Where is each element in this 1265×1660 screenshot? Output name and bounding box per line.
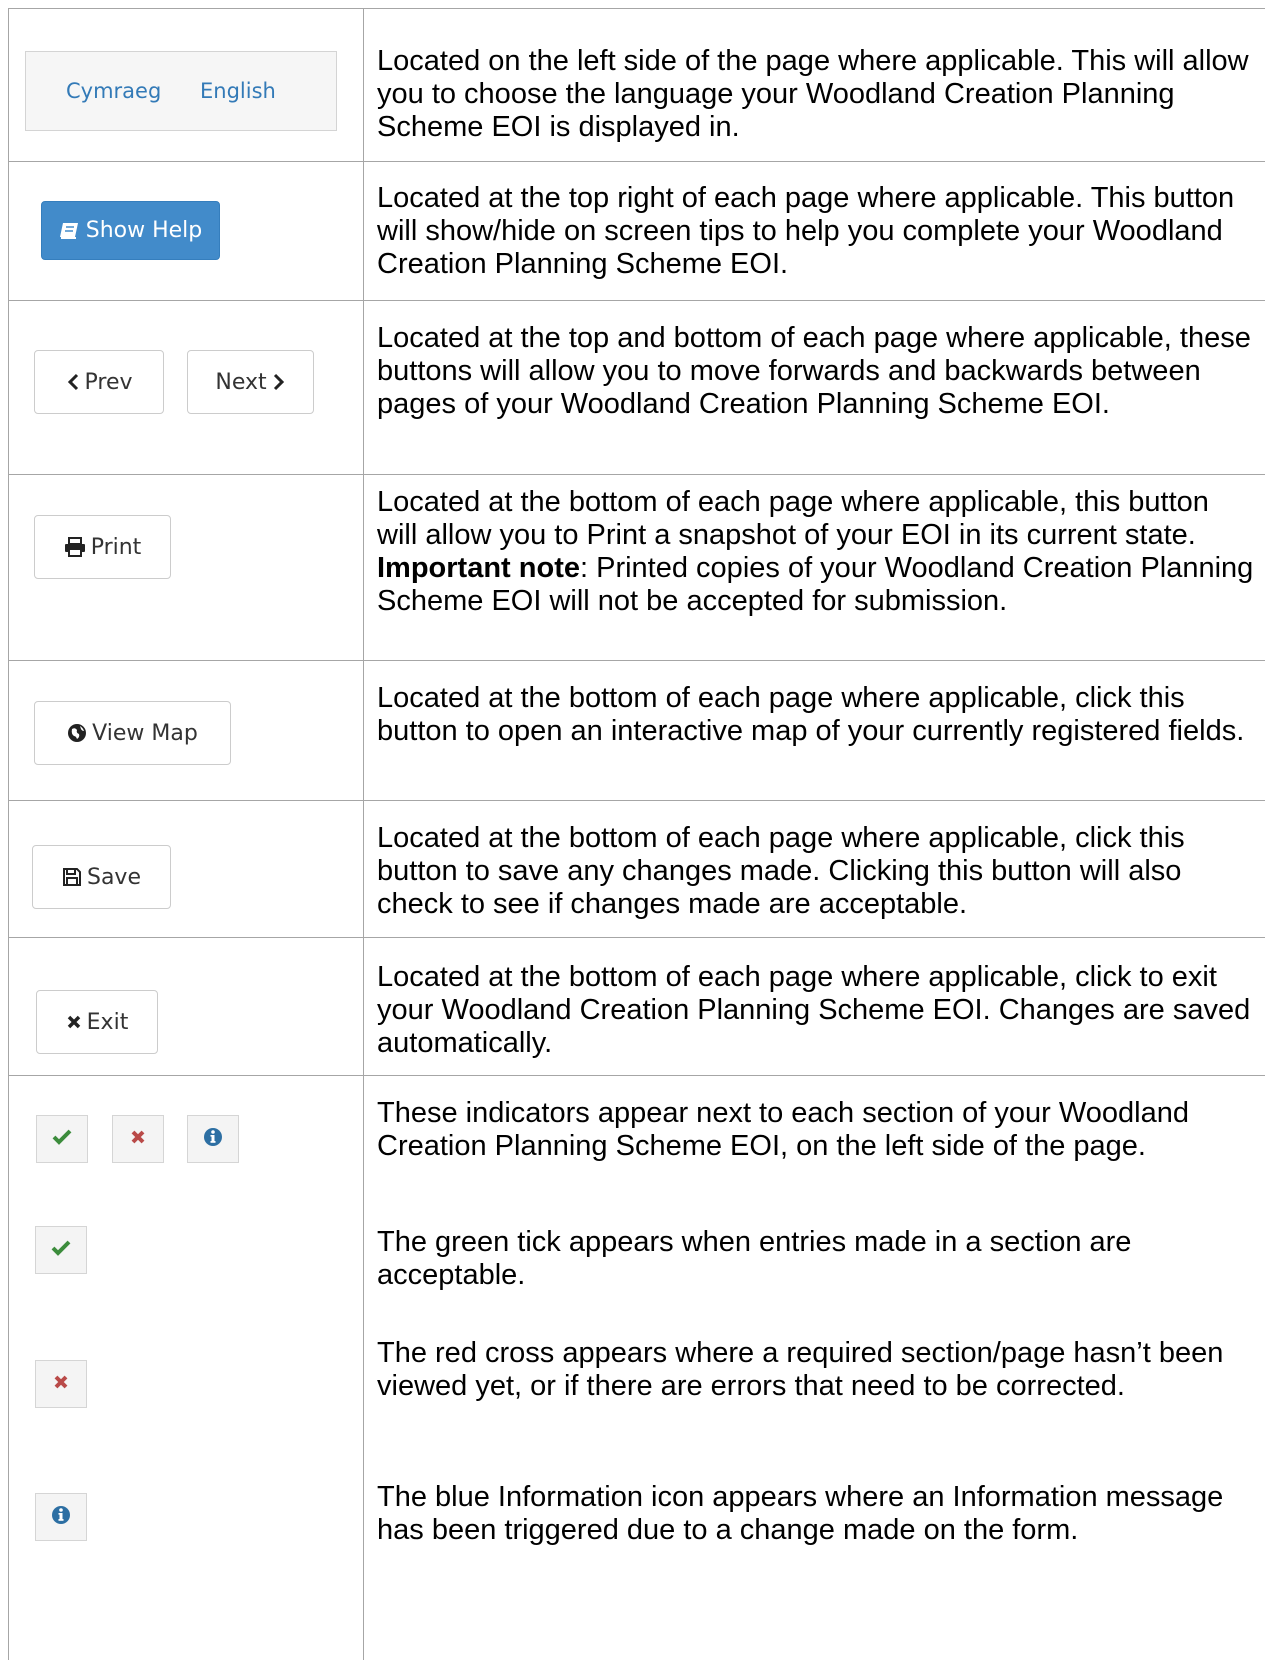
globe-icon bbox=[67, 723, 87, 743]
language-selector: Cymraeg English bbox=[25, 51, 337, 131]
table-border-left bbox=[8, 8, 9, 1660]
save-button[interactable]: Save bbox=[32, 845, 171, 909]
row-divider bbox=[8, 474, 1265, 475]
english-language-link[interactable]: English bbox=[200, 79, 276, 103]
indicators-description: These indicators appear next to each sec… bbox=[377, 1097, 1189, 1162]
view-map-button[interactable]: View Map bbox=[34, 701, 231, 765]
invalid-indicator bbox=[112, 1115, 164, 1163]
invalid-indicator-example bbox=[35, 1360, 87, 1408]
info-circle-icon bbox=[51, 1505, 71, 1530]
row-divider bbox=[8, 800, 1265, 801]
red-cross-description: The red cross appears where a required s… bbox=[377, 1337, 1224, 1402]
valid-indicator-example bbox=[35, 1226, 87, 1274]
check-icon bbox=[52, 1129, 72, 1150]
info-description: The blue Information icon appears where … bbox=[377, 1481, 1224, 1546]
info-circle-icon bbox=[203, 1127, 223, 1152]
save-description: Located at the bottom of each page where… bbox=[377, 822, 1185, 920]
welsh-language-link[interactable]: Cymraeg bbox=[66, 79, 161, 103]
chevron-right-icon bbox=[272, 373, 286, 391]
row-divider bbox=[8, 161, 1265, 162]
information-indicator-example bbox=[35, 1493, 87, 1541]
table-border-top bbox=[8, 8, 1265, 9]
next-label: Next bbox=[215, 369, 267, 395]
print-description-main: Located at the bottom of each page where… bbox=[377, 486, 1209, 551]
important-note-label: Important note bbox=[377, 552, 580, 584]
exit-button[interactable]: Exit bbox=[36, 990, 158, 1054]
next-button[interactable]: Next bbox=[187, 350, 314, 414]
chevron-left-icon bbox=[66, 373, 80, 391]
x-icon bbox=[66, 1014, 82, 1030]
show-help-button[interactable]: Show Help bbox=[41, 201, 220, 260]
view-map-description: Located at the bottom of each page where… bbox=[377, 682, 1245, 747]
show-help-label: Show Help bbox=[85, 218, 203, 243]
x-icon bbox=[53, 1374, 69, 1395]
print-button[interactable]: Print bbox=[34, 515, 171, 579]
language-description: Located on the left side of the page whe… bbox=[377, 45, 1249, 143]
save-label: Save bbox=[86, 864, 141, 890]
row-divider bbox=[8, 300, 1265, 301]
table-column-divider bbox=[363, 8, 364, 1660]
valid-indicator bbox=[36, 1115, 88, 1163]
navigation-description: Located at the top and bottom of each pa… bbox=[377, 322, 1251, 420]
exit-label: Exit bbox=[86, 1009, 129, 1035]
green-tick-description: The green tick appears when entries made… bbox=[377, 1226, 1132, 1291]
book-icon bbox=[59, 221, 81, 241]
row-divider bbox=[8, 1075, 1265, 1076]
x-icon bbox=[130, 1129, 146, 1150]
floppy-disk-icon bbox=[62, 867, 82, 887]
prev-label: Prev bbox=[84, 369, 133, 395]
print-label: Print bbox=[90, 534, 142, 560]
exit-description: Located at the bottom of each page where… bbox=[377, 961, 1251, 1059]
prev-button[interactable]: Prev bbox=[34, 350, 164, 414]
show-help-description: Located at the top right of each page wh… bbox=[377, 182, 1235, 280]
print-description: Located at the bottom of each page where… bbox=[377, 486, 1257, 618]
check-icon bbox=[51, 1240, 71, 1261]
row-divider bbox=[8, 660, 1265, 661]
print-icon bbox=[64, 537, 86, 557]
information-indicator bbox=[187, 1115, 239, 1163]
view-map-label: View Map bbox=[92, 720, 198, 746]
row-divider bbox=[8, 937, 1265, 938]
